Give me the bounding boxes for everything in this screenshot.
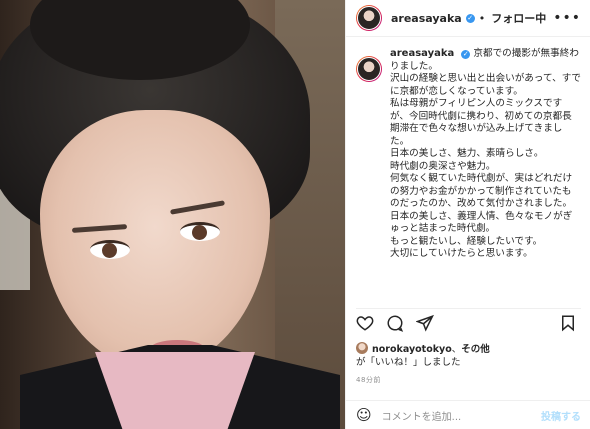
ellipsis-icon[interactable]: ••• [553, 10, 581, 26]
right-eye [180, 222, 220, 241]
username[interactable]: areasayaka [391, 12, 462, 25]
caption-avatar[interactable] [356, 56, 382, 82]
caption-line: もっと観たいし、経験したいです。 [390, 235, 543, 247]
post-comment-button[interactable]: 投稿する [541, 408, 581, 423]
post-time[interactable]: 48分前 [356, 375, 381, 385]
share-icon[interactable] [416, 314, 434, 332]
caption-line: 何気なく観ていた時代劇が、実はどれだけの努力やお金がかかって制作されていたものだ… [390, 173, 573, 209]
caption-line: 時代劇の奥深さや魅力。 [390, 160, 496, 172]
verified-badge-icon: ✓ [465, 13, 475, 23]
left-eye [90, 240, 130, 259]
caption-line: 大切にしていけたらと思います。 [390, 248, 533, 259]
follow-status-button[interactable]: フォロー中 [491, 10, 546, 26]
likes-line: norokayotokyo、その他 が「いいね！」しました [356, 342, 581, 369]
post-header: areasayaka ✓ • フォロー中 ••• [346, 0, 590, 37]
liker-avatar[interactable] [356, 342, 368, 354]
comment-icon[interactable] [386, 314, 404, 332]
liker-username[interactable]: norokayotokyo [372, 344, 452, 355]
kimono-collar [95, 352, 255, 429]
instagram-post: areasayaka ✓ • フォロー中 ••• areasayaka ✓ 京都… [0, 0, 590, 429]
verified-badge-icon: ✓ [461, 49, 471, 59]
likes-suffix: が「いいね！」しました [356, 356, 461, 368]
heart-icon[interactable] [356, 314, 374, 332]
bookmark-icon[interactable] [559, 314, 577, 332]
comment-bar: ☺ コメントを追加... 投稿する [346, 400, 590, 429]
caption-username[interactable]: areasayaka [390, 48, 454, 59]
caption-line: 日本の美しさ、魅力、素晴らしさ。 [390, 148, 544, 159]
comment-input[interactable]: コメントを追加... [382, 408, 541, 423]
caption-text: areasayaka ✓ 京都での撮影が無事終わりました。 沢山の経験と思い出と… [390, 48, 581, 261]
caption: areasayaka ✓ 京都での撮影が無事終わりました。 沢山の経験と思い出と… [356, 48, 581, 261]
post-side-panel: areasayaka ✓ • フォロー中 ••• areasayaka ✓ 京都… [345, 0, 590, 429]
caption-line: 私は母親がフィリピン人のミックスですが、今回時代劇に携わり、初めての京都長期滞在… [390, 98, 572, 147]
caption-line: 沢山の経験と思い出と出会いがあって、すでに京都が恋しくなっています。 [390, 73, 582, 97]
avatar[interactable] [356, 5, 382, 31]
separator-dot: • [478, 11, 486, 25]
caption-line: 日本の美しさ、義理人情、色々なモノがぎゅっと詰まった時代劇。 [390, 210, 573, 235]
emoji-icon[interactable]: ☺ [356, 406, 372, 424]
face [40, 110, 270, 370]
action-bar [356, 308, 581, 337]
likes-others-link[interactable]: その他 [461, 344, 490, 355]
post-photo[interactable] [0, 0, 345, 429]
likes-sep: 、 [451, 344, 462, 355]
